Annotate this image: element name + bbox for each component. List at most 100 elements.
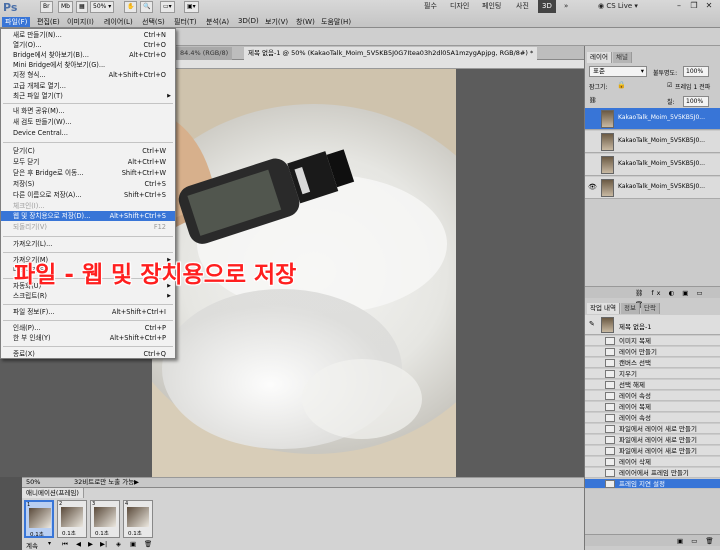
visibility-toggle[interactable] xyxy=(588,160,597,169)
animation-panel-tab[interactable]: 애니메이션(프레임) xyxy=(22,488,84,498)
bridge-button[interactable]: Br xyxy=(40,1,53,13)
animation-frame-4[interactable]: 4 0.1초 xyxy=(123,500,153,538)
menu-item-browse-bridge[interactable]: Bridge에서 찾아보기(B)... Alt+Ctrl+O xyxy=(1,50,175,60)
layers-panel-footer-icons[interactable]: ⛓ fx ◐ ▣ ▭ 🗑 xyxy=(585,286,720,309)
mini-bridge-button[interactable]: Mb xyxy=(58,1,73,13)
arrange-button[interactable]: ▭▾ xyxy=(160,1,175,13)
layer-row[interactable]: KakaoTalk_Moim_5V5KB5J0... xyxy=(585,108,720,130)
restore-icon[interactable]: ❐ xyxy=(687,0,701,11)
brush-icon[interactable]: ✎ xyxy=(589,320,595,328)
hand-tool-button[interactable]: ✋ xyxy=(124,1,138,13)
screen-mode-button[interactable]: ▣▾ xyxy=(184,1,199,13)
animation-frame-3[interactable]: 3 0.1초 xyxy=(90,500,120,538)
menu-item-close-go-bridge[interactable]: 닫은 후 Bridge로 이동... Shift+Ctrl+W xyxy=(1,168,175,178)
unify-checkbox[interactable]: ☑ xyxy=(667,82,672,89)
menu-item-new[interactable]: 새로 만들기(N)... Ctrl+N xyxy=(1,30,175,40)
cs-live-button[interactable]: ◉ CS Live ▾ xyxy=(594,0,642,13)
history-step[interactable]: 이미지 복제 xyxy=(585,336,720,346)
delete-frame-icon[interactable]: 🗑 xyxy=(144,540,152,548)
duplicate-frame-icon[interactable]: ▣ xyxy=(130,540,136,548)
menu-item-exit[interactable]: 종료(X) Ctrl+Q xyxy=(1,349,175,359)
history-step[interactable]: 레이어에서 프레임 만들기 xyxy=(585,468,720,478)
eye-icon[interactable]: 👁 xyxy=(588,183,597,192)
loop-select[interactable]: 계속 xyxy=(26,540,38,550)
history-step[interactable]: 선택 해제 xyxy=(585,380,720,390)
menu-item-create-review[interactable]: 새 검토 만들기(W)... xyxy=(1,117,175,127)
history-panel-footer-icons[interactable]: ▣ ▭ 🗑 xyxy=(585,534,720,546)
workspace-painting[interactable]: 페인팅 xyxy=(478,0,505,13)
frame-delay[interactable]: 0.1초 xyxy=(62,529,76,537)
menu-file[interactable]: 파일(F) xyxy=(2,17,31,27)
menu-window[interactable]: 창(W) xyxy=(293,17,318,27)
workspace-3d[interactable]: 3D xyxy=(538,0,556,13)
workspace-design[interactable]: 디자인 xyxy=(446,0,473,13)
blend-mode-select[interactable]: 표준 ▾ xyxy=(589,66,647,77)
history-snapshot[interactable]: ✎ 제목 없음-1 xyxy=(585,315,720,335)
tab-document-2[interactable]: 제목 없음-1 @ 50% (KakaoTalk_Moim_5V5KB5J0G7… xyxy=(244,47,538,60)
history-step[interactable]: 캔버스 선택 xyxy=(585,358,720,368)
menu-item-save[interactable]: 저장(S) Ctrl+S xyxy=(1,179,175,189)
menu-view[interactable]: 보기(V) xyxy=(262,17,291,27)
menu-item-place[interactable]: 가져오기(L)... xyxy=(1,239,175,249)
history-step[interactable]: 지우기 xyxy=(585,369,720,379)
frame-delay[interactable]: 0.1초 xyxy=(128,529,142,537)
frame-delay[interactable]: 0.1초 xyxy=(30,530,44,538)
layer-row[interactable]: KakaoTalk_Moim_5V5KB5J0... xyxy=(585,131,720,153)
menu-item-open-as[interactable]: 지정 형식... Alt+Shift+Ctrl+O xyxy=(1,70,175,80)
lock-icon[interactable]: 🔒 xyxy=(617,81,626,89)
prev-frame-icon[interactable]: ◀ xyxy=(76,540,81,548)
history-step[interactable]: 프레임 지연 설정 xyxy=(585,479,720,489)
workspace-photo[interactable]: 사진 xyxy=(512,0,533,13)
menu-layer[interactable]: 레이어(L) xyxy=(101,17,136,27)
fill-field[interactable]: 100% xyxy=(683,96,709,107)
next-frame-icon[interactable]: ▶| xyxy=(100,540,107,548)
visibility-toggle[interactable] xyxy=(588,114,597,123)
menu-item-file-info[interactable]: 파일 정보(F)... Alt+Shift+Ctrl+I xyxy=(1,307,175,317)
history-step[interactable]: 레이어 만들기 xyxy=(585,347,720,357)
first-frame-icon[interactable]: ⏮ xyxy=(62,540,68,549)
menu-item-device-central[interactable]: Device Central... xyxy=(1,128,175,138)
tween-icon[interactable]: ◈ xyxy=(116,540,121,548)
close-icon[interactable]: ✕ xyxy=(702,0,716,11)
menu-image[interactable]: 이미지(I) xyxy=(64,17,97,27)
tab-history[interactable]: 작업 내역 xyxy=(587,303,620,314)
history-step[interactable]: 파일에서 레이어 새로 만들기 xyxy=(585,424,720,434)
tab-channels[interactable]: 채널 xyxy=(613,52,632,63)
menu-item-open-smart-object[interactable]: 고급 개체로 열기... xyxy=(1,81,175,91)
history-step[interactable]: 레이어 속성 xyxy=(585,391,720,401)
menu-item-share-screen[interactable]: 내 화면 공유(M)... xyxy=(1,106,175,116)
menu-item-print-one-copy[interactable]: 한 부 인쇄(Y) Alt+Shift+Ctrl+P xyxy=(1,333,175,343)
loop-dropdown-icon[interactable]: ▾ xyxy=(48,540,51,547)
play-icon[interactable]: ▶ xyxy=(88,540,93,548)
menu-edit[interactable]: 편집(E) xyxy=(34,17,63,27)
menu-filter[interactable]: 필터(T) xyxy=(171,17,200,27)
zoom-select[interactable]: 50% ▾ xyxy=(90,1,115,13)
status-arrow-icon[interactable]: ▶ xyxy=(134,478,139,487)
menu-item-browse-mini-bridge[interactable]: Mini Bridge에서 찾아보기(G)... xyxy=(1,60,175,70)
history-step[interactable]: 레이어 삭제 xyxy=(585,457,720,467)
workspace-more[interactable]: » xyxy=(560,0,572,13)
history-step[interactable]: 레이어 속성 xyxy=(585,413,720,423)
tab-document-1[interactable]: 84.4% (RGB/8) xyxy=(176,47,233,60)
status-zoom[interactable]: 50% xyxy=(26,478,40,487)
history-step[interactable]: 파일에서 레이어 새로 만들기 xyxy=(585,435,720,445)
layer-row[interactable]: 👁 KakaoTalk_Moim_5V5KB5J0... xyxy=(585,177,720,199)
menu-item-print[interactable]: 인쇄(P)... Ctrl+P xyxy=(1,323,175,333)
menu-item-save-for-web[interactable]: 웹 및 장치용으로 저장(D)... Alt+Shift+Ctrl+S xyxy=(1,211,175,221)
minimize-icon[interactable]: – xyxy=(672,0,686,11)
history-step[interactable]: 레이어 복제 xyxy=(585,402,720,412)
menu-item-open-recent[interactable]: 최근 파일 열기(T) ▶ xyxy=(1,91,175,101)
frame-delay[interactable]: 0.1초 xyxy=(95,529,109,537)
opacity-field[interactable]: 100% xyxy=(683,66,709,77)
tab-paragraph[interactable]: 단락 xyxy=(641,303,660,314)
menu-item-save-as[interactable]: 다른 이름으로 저장(A)... Shift+Ctrl+S xyxy=(1,190,175,200)
menu-item-close-all[interactable]: 모두 닫기 Alt+Ctrl+W xyxy=(1,157,175,167)
layer-row[interactable]: KakaoTalk_Moim_5V5KB5J0... xyxy=(585,154,720,176)
menu-item-close[interactable]: 닫기(C) Ctrl+W xyxy=(1,146,175,156)
history-step[interactable]: 파일에서 레이어 새로 만들기 xyxy=(585,446,720,456)
zoom-tool-button[interactable]: 🔍 xyxy=(140,1,154,13)
menu-item-scripts[interactable]: 스크립트(R) ▶ xyxy=(1,291,175,301)
guides-button[interactable]: ▦ xyxy=(76,1,88,13)
menu-select[interactable]: 선택(S) xyxy=(139,17,168,27)
visibility-toggle[interactable] xyxy=(588,137,597,146)
